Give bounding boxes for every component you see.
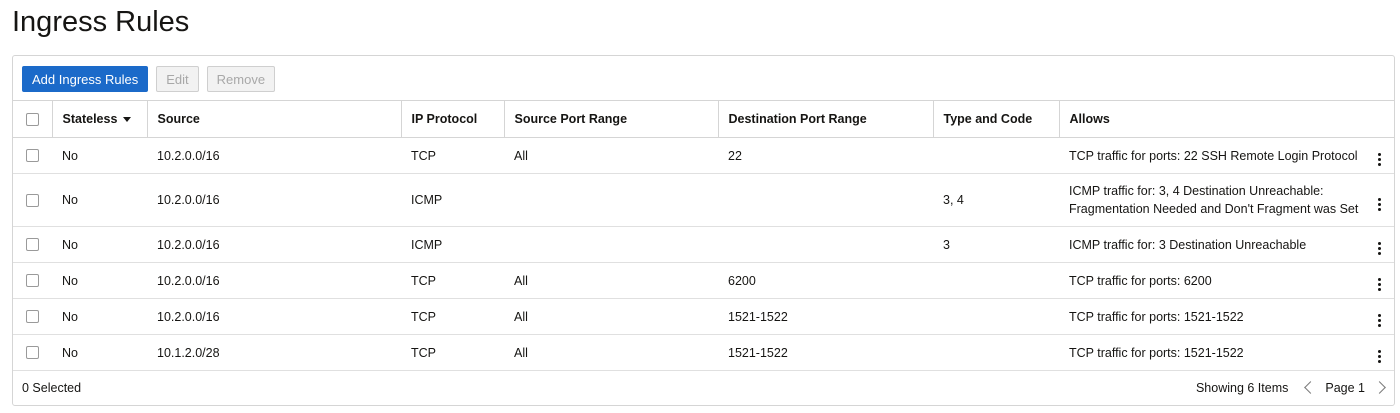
cell-type-code: 3, 4 xyxy=(943,193,964,207)
select-all-cell xyxy=(13,101,52,138)
cell-source: 10.2.0.0/16 xyxy=(157,148,220,163)
cell-stateless: No xyxy=(62,193,78,207)
toolbar: Add Ingress Rules Edit Remove xyxy=(22,65,276,93)
cell-destination-port: 1521-1522 xyxy=(728,309,788,324)
header-type-and-code: Type and Code xyxy=(932,100,1059,138)
row-checkbox[interactable] xyxy=(26,193,39,207)
header-actions xyxy=(1365,101,1394,138)
row-checkbox[interactable] xyxy=(26,238,39,251)
table-row: No 10.2.0.0/16 TCP All 6200 TCP traffic … xyxy=(13,263,1394,299)
cell-source: 10.2.0.0/16 xyxy=(157,237,220,252)
cell-source-port: All xyxy=(514,345,528,360)
cell-allows: TCP traffic for ports: 1521-1522 xyxy=(1069,345,1244,360)
selected-count: 0 Selected xyxy=(22,380,82,395)
cell-stateless: No xyxy=(62,309,78,324)
cell-type-code xyxy=(933,138,1059,174)
cell-allows: ICMP traffic for: 3, 4 Destination Unrea… xyxy=(1069,184,1359,216)
header-source-port-range: Source Port Range xyxy=(503,100,718,138)
cell-source-port: All xyxy=(514,309,528,324)
cell-type-code xyxy=(933,335,1059,371)
cell-destination-port: 1521-1522 xyxy=(728,345,788,360)
showing-count: Showing 6 Items xyxy=(1195,380,1289,395)
row-actions-menu-icon[interactable] xyxy=(1378,278,1381,291)
chevron-left-icon[interactable] xyxy=(1304,381,1318,394)
header-allows: Allows xyxy=(1058,100,1365,138)
row-actions-menu-icon[interactable] xyxy=(1378,197,1381,211)
cell-type-code xyxy=(933,299,1059,335)
row-checkbox[interactable] xyxy=(26,310,39,323)
ingress-rules-panel: Add Ingress Rules Edit Remove Stateless … xyxy=(12,55,1395,406)
cell-allows: TCP traffic for ports: 22 SSH Remote Log… xyxy=(1069,148,1358,163)
row-actions-menu-icon[interactable] xyxy=(1378,314,1381,327)
table-row: No 10.2.0.0/16 TCP All 1521-1522 TCP tra… xyxy=(13,299,1394,335)
cell-protocol: TCP xyxy=(411,345,436,360)
cell-source-port: All xyxy=(514,148,528,163)
cell-destination-port xyxy=(718,174,933,227)
edit-button[interactable]: Edit xyxy=(156,66,199,92)
cell-source: 10.1.2.0/28 xyxy=(157,345,220,360)
cell-source: 10.2.0.0/16 xyxy=(157,193,220,207)
header-source: Source xyxy=(146,100,401,138)
cell-allows: TCP traffic for ports: 1521-1522 xyxy=(1069,309,1244,324)
cell-stateless: No xyxy=(62,237,78,252)
table-row: No 10.1.2.0/28 TCP All 1521-1522 TCP tra… xyxy=(13,335,1394,371)
chevron-right-icon[interactable] xyxy=(1373,381,1386,394)
sort-down-icon xyxy=(123,117,132,123)
table-row: No 10.2.0.0/16 ICMP 3, 4 ICMP traffic fo… xyxy=(13,174,1394,227)
cell-source-port xyxy=(504,227,718,263)
row-actions-menu-icon[interactable] xyxy=(1378,153,1381,166)
cell-source: 10.2.0.0/16 xyxy=(157,309,220,324)
header-stateless[interactable]: Stateless xyxy=(51,100,147,138)
cell-source-port: All xyxy=(514,273,528,288)
table-row: No 10.2.0.0/16 TCP All 22 TCP traffic fo… xyxy=(13,138,1394,174)
cell-destination-port xyxy=(718,227,933,263)
row-checkbox[interactable] xyxy=(26,274,39,287)
row-checkbox[interactable] xyxy=(26,346,39,359)
table-header-row: Stateless Source IP Protocol Source Port… xyxy=(13,100,1394,138)
rules-table: Stateless Source IP Protocol Source Port… xyxy=(13,100,1394,371)
cell-stateless: No xyxy=(62,273,78,288)
cell-allows: TCP traffic for ports: 6200 xyxy=(1069,273,1212,288)
header-ip-protocol: IP Protocol xyxy=(400,100,504,138)
cell-protocol: TCP xyxy=(411,309,436,324)
row-checkbox[interactable] xyxy=(26,149,39,162)
cell-protocol: ICMP xyxy=(411,237,443,252)
cell-stateless: No xyxy=(62,345,78,360)
add-ingress-rules-button[interactable]: Add Ingress Rules xyxy=(22,66,149,92)
cell-protocol: TCP xyxy=(411,273,436,288)
cell-type-code xyxy=(933,263,1059,299)
cell-destination-port: 22 xyxy=(728,148,742,163)
table-row: No 10.2.0.0/16 ICMP 3 ICMP traffic for: … xyxy=(13,227,1394,263)
cell-allows: ICMP traffic for: 3 Destination Unreacha… xyxy=(1069,237,1307,252)
pagination: Showing 6 Items Page 1 xyxy=(1196,381,1388,395)
header-destination-port-range: Destination Port Range xyxy=(717,100,933,138)
cell-protocol: TCP xyxy=(411,148,436,163)
cell-destination-port: 6200 xyxy=(728,273,756,288)
cell-protocol: ICMP xyxy=(411,193,443,207)
header-stateless-label: Stateless xyxy=(62,112,118,126)
remove-button[interactable]: Remove xyxy=(206,66,276,92)
cell-type-code: 3 xyxy=(943,237,950,252)
cell-source: 10.2.0.0/16 xyxy=(157,273,220,288)
row-actions-menu-icon[interactable] xyxy=(1378,350,1381,363)
cell-source-port xyxy=(504,174,718,227)
page-indicator: Page 1 xyxy=(1325,380,1365,395)
page-title: Ingress Rules xyxy=(12,6,190,38)
select-all-checkbox[interactable] xyxy=(26,112,39,126)
table-footer: 0 Selected Showing 6 Items Page 1 xyxy=(13,370,1394,405)
cell-stateless: No xyxy=(62,148,78,163)
row-actions-menu-icon[interactable] xyxy=(1378,242,1381,255)
